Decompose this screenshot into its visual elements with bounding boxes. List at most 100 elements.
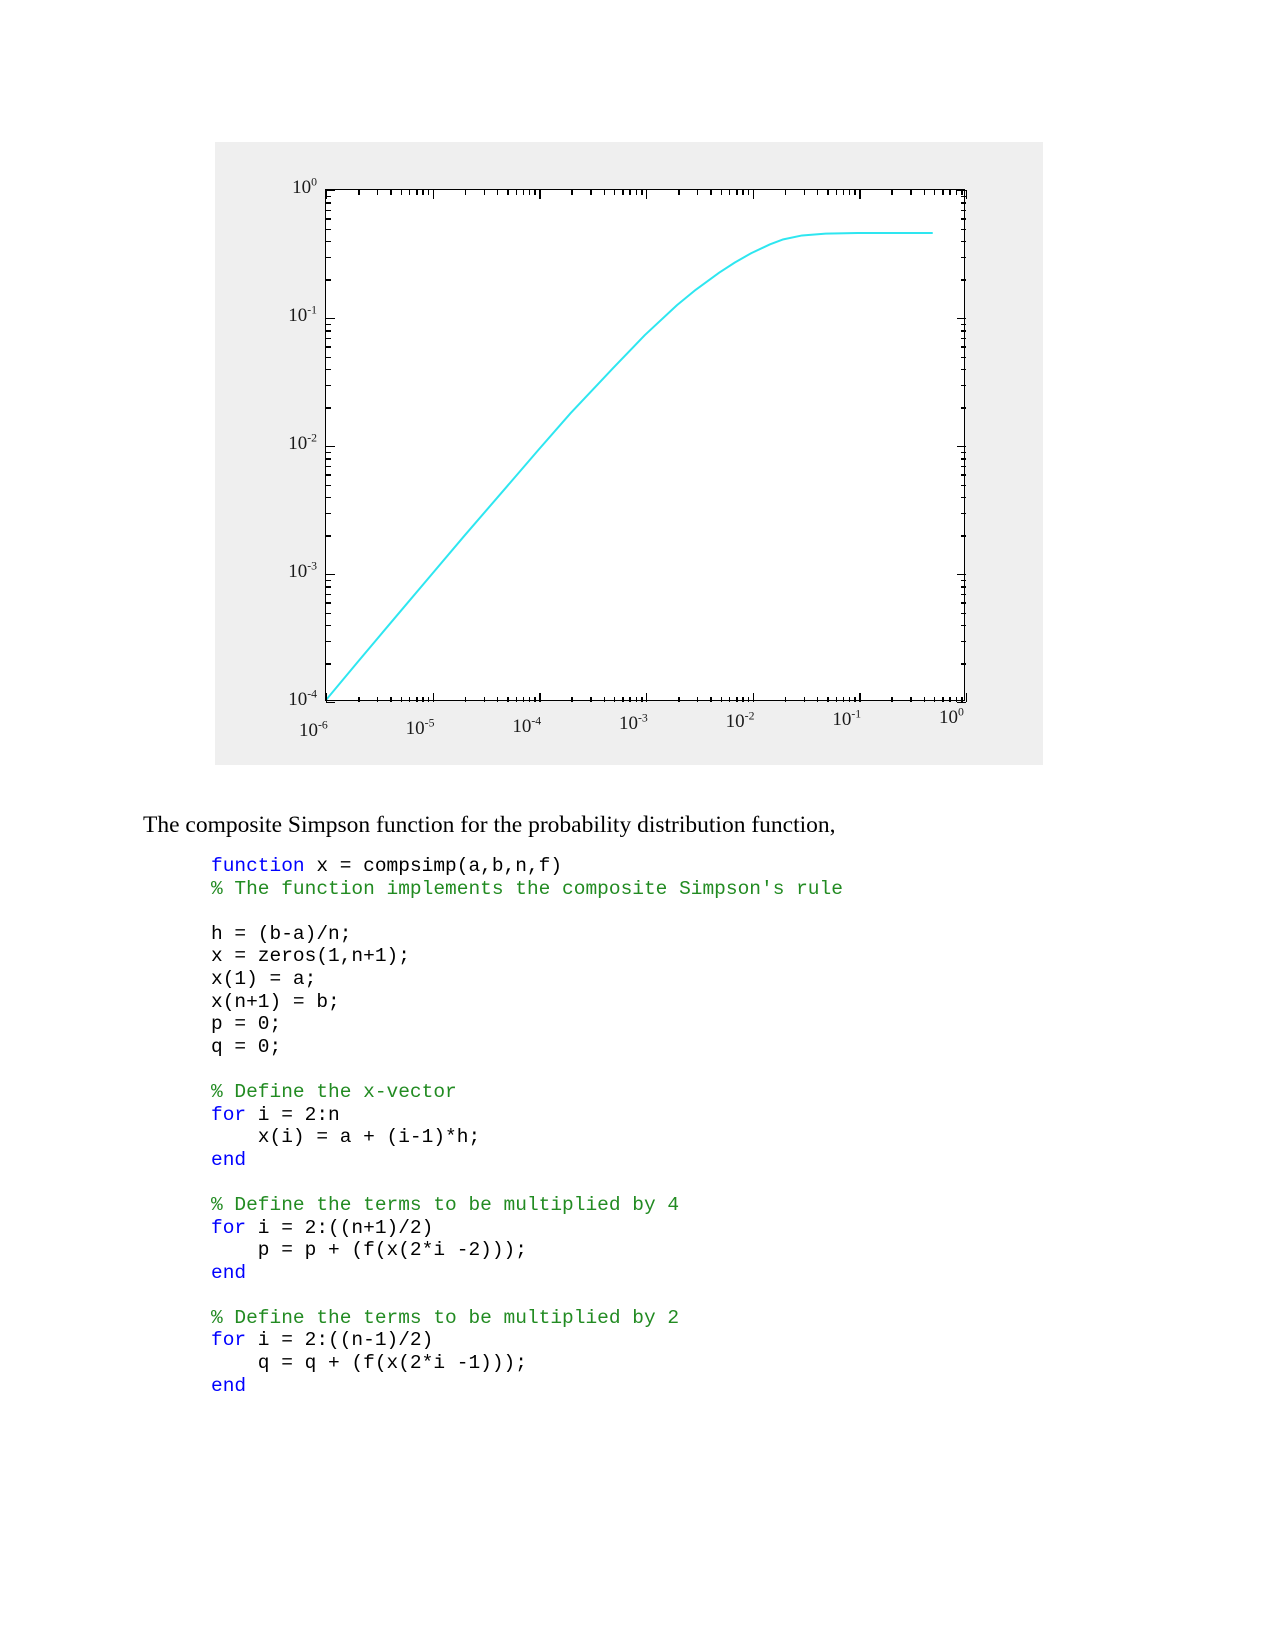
axis-tick	[571, 697, 573, 702]
axis-tick	[409, 190, 411, 195]
axis-tick	[961, 384, 966, 387]
axis-tick	[432, 190, 435, 199]
axis-tick	[326, 496, 331, 499]
axis-tick	[961, 586, 966, 588]
y-tick-label: 10-4	[288, 687, 317, 710]
code-token-kw: for	[211, 1329, 247, 1352]
x-tick-label: 10-3	[619, 712, 648, 735]
code-token-kw: end	[211, 1148, 247, 1171]
axis-tick	[784, 190, 787, 195]
axis-tick	[835, 190, 838, 195]
axis-tick	[409, 697, 411, 702]
axis-tick	[736, 697, 738, 702]
axis-tick	[961, 356, 966, 358]
code-line: p = 0;	[211, 1013, 1111, 1036]
axis-tick	[622, 697, 624, 702]
axis-tick	[729, 697, 731, 702]
axis-tick	[961, 612, 966, 614]
axis-tick	[961, 451, 966, 454]
axis-tick	[961, 484, 966, 486]
axis-tick	[622, 190, 624, 195]
axis-tick	[696, 697, 699, 702]
axis-tick	[784, 697, 787, 702]
axis-tick	[496, 190, 499, 195]
axis-tick	[515, 697, 518, 702]
axis-tick	[859, 190, 861, 199]
code-line: function x = compsimp(a,b,n,f)	[211, 855, 1111, 878]
axis-tick	[696, 190, 699, 195]
axis-tick	[961, 218, 966, 220]
axis-tick	[326, 346, 331, 348]
x-tick-label: 10-1	[832, 707, 862, 730]
axis-tick	[326, 330, 331, 332]
figure-panel: 10-6 10-5 10-4 10-3 10-2 10-1 100 10-4 10-3 10-2…	[215, 142, 1043, 765]
axis-tick	[522, 190, 525, 195]
axis-tick	[534, 190, 536, 195]
axis-tick	[961, 535, 966, 537]
axis-tick	[390, 697, 392, 702]
axis-tick	[326, 323, 331, 326]
code-line: % Define the terms to be multiplied by 4	[211, 1194, 1111, 1217]
axis-tick	[742, 697, 744, 702]
axis-tick	[720, 190, 722, 195]
axis-tick	[326, 256, 331, 259]
axis-tick	[961, 496, 966, 499]
axis-tick	[729, 190, 731, 195]
axis-tick	[641, 190, 643, 195]
code-line: q = 0;	[211, 1036, 1111, 1059]
axis-tick	[646, 693, 648, 702]
axis-tick	[326, 458, 331, 460]
y-tick-label: 10-3	[288, 559, 317, 582]
axis-tick	[358, 190, 360, 195]
axis-tick	[326, 218, 331, 220]
axis-tick	[427, 697, 430, 702]
axis-tick	[961, 579, 966, 582]
axis-tick	[961, 593, 966, 596]
code-line: % The function implements the composite …	[211, 878, 1111, 901]
axis-tick	[961, 624, 966, 627]
code-line: for i = 2:((n+1)/2)	[211, 1217, 1111, 1240]
axis-tick	[326, 279, 331, 281]
axis-tick	[923, 190, 925, 195]
axis-tick	[961, 512, 966, 515]
axis-tick	[326, 586, 331, 588]
code-token-kw: end	[211, 1374, 247, 1397]
code-token-kw: function	[211, 855, 317, 877]
axis-tick	[891, 190, 893, 195]
axis-tick	[515, 190, 518, 195]
axis-tick	[483, 190, 485, 195]
code-line: q = q + (f(x(2*i -1)));	[211, 1352, 1111, 1375]
axis-tick	[678, 697, 680, 702]
axis-tick	[635, 190, 638, 195]
axis-tick	[949, 190, 951, 195]
code-token-cmt: % Define the terms to be multiplied by 2	[211, 1306, 680, 1329]
axis-tick	[529, 697, 531, 702]
plot-curve-canvas	[326, 232, 933, 700]
code-line: % Define the terms to be multiplied by 2	[211, 1307, 1111, 1330]
axis-tick	[326, 579, 331, 582]
code-line: end	[211, 1149, 1111, 1172]
plot-axes-frame	[325, 189, 968, 704]
axis-tick	[961, 663, 966, 665]
code-token-plain: i = 2:((n+1)/2)	[246, 1216, 434, 1239]
axis-tick	[416, 697, 418, 702]
axis-tick	[803, 697, 805, 702]
axis-tick	[961, 330, 966, 332]
axis-tick	[507, 190, 509, 195]
axis-tick	[827, 697, 829, 702]
axis-tick	[326, 574, 335, 576]
code-token-plain: h = (b-a)/n;	[211, 922, 352, 945]
axis-tick	[326, 465, 331, 468]
axis-tick	[961, 256, 966, 259]
axis-tick	[961, 458, 966, 460]
axis-tick	[961, 240, 966, 243]
axis-tick	[752, 693, 755, 702]
code-line: end	[211, 1375, 1111, 1398]
code-token-plain: i = 2:n	[246, 1103, 340, 1126]
code-token-plain: x = compsimp(a,b,n,f)	[316, 855, 563, 877]
code-token-plain: q = 0;	[211, 1035, 282, 1058]
axis-tick	[827, 190, 829, 195]
